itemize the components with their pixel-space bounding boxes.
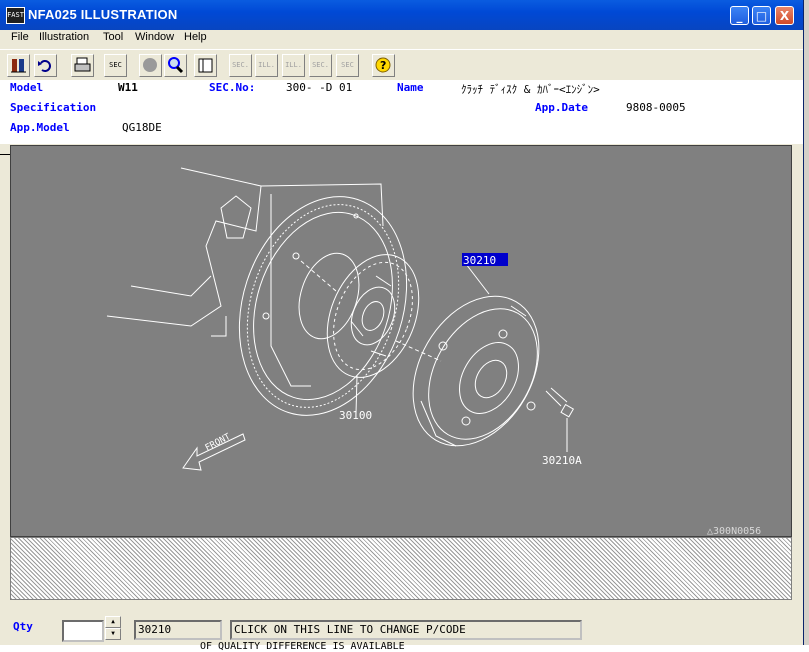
sec-icon: SEC bbox=[109, 61, 122, 69]
qty-input[interactable] bbox=[62, 620, 104, 642]
circle-button[interactable] bbox=[139, 54, 162, 77]
model-value: W11 bbox=[118, 81, 138, 94]
parts-list-button[interactable] bbox=[7, 54, 30, 77]
parts-list-icon bbox=[11, 59, 26, 73]
illustration-canvas[interactable]: 30210 30100 30210A FRONT △300N0056 bbox=[10, 145, 792, 537]
specification-label: Specification bbox=[10, 101, 97, 114]
qty-label: Qty bbox=[13, 620, 33, 633]
sec-query-icon: SEC bbox=[341, 61, 354, 69]
help-glyph: ? bbox=[380, 59, 386, 72]
sec-no-value: 300- -D 01 bbox=[286, 81, 353, 94]
close-button[interactable]: X bbox=[775, 6, 794, 25]
model-label: Model bbox=[10, 81, 44, 94]
minimize-button[interactable]: _ bbox=[730, 6, 749, 25]
flywheel-ring-gear bbox=[238, 196, 408, 416]
prev-ill-button[interactable]: ILL. bbox=[255, 54, 278, 77]
status-bar: Qty ▲ ▼ 30210 CLICK ON THIS LINE TO CHAN… bbox=[0, 605, 803, 645]
illustration-window: FAST NFA025 ILLUSTRATION _ □ X File Illu… bbox=[0, 0, 804, 645]
circle-icon bbox=[143, 58, 157, 72]
clutch-cover bbox=[412, 295, 540, 447]
app-model-label: App.Model bbox=[10, 121, 70, 134]
menu-tool[interactable]: Tool bbox=[103, 31, 123, 43]
parts-list-area[interactable] bbox=[10, 537, 792, 600]
part-info-panel: Model W11 SEC.No: 300- -D 01 Name ｸﾗｯﾁ ﾃ… bbox=[0, 80, 803, 144]
next-ill-icon: ILL. bbox=[285, 61, 302, 69]
zoom-icon bbox=[168, 57, 184, 74]
qty-up-icon[interactable]: ▲ bbox=[105, 616, 121, 628]
illustration-ref-code: △300N0056 bbox=[707, 526, 761, 536]
undo-icon bbox=[38, 60, 51, 72]
name-label: Name bbox=[397, 81, 424, 94]
window-title: NFA025 ILLUSTRATION bbox=[28, 7, 178, 22]
next-sec-button[interactable]: SEC. bbox=[309, 54, 332, 77]
toolbar: SEC SEC. ILL. ILL. SEC. SEC ? bbox=[0, 49, 803, 81]
background-window-text: OF QUALITY DIFFERENCE IS AVAILABLE bbox=[200, 641, 405, 652]
next-ill-button[interactable]: ILL. bbox=[282, 54, 305, 77]
qty-down-icon[interactable]: ▼ bbox=[105, 628, 121, 640]
book-button[interactable] bbox=[194, 54, 217, 77]
prev-sec-icon: SEC. bbox=[232, 61, 249, 69]
print-icon bbox=[74, 57, 91, 72]
help-icon: ? bbox=[375, 57, 391, 73]
menu-file[interactable]: File bbox=[11, 31, 29, 43]
maximize-button[interactable]: □ bbox=[752, 6, 771, 25]
cover-bolt bbox=[545, 387, 575, 418]
clutch-disc bbox=[326, 254, 420, 378]
callout-30100[interactable]: 30100 bbox=[339, 409, 372, 422]
app-model-value: QG18DE bbox=[122, 121, 162, 134]
part-code-field[interactable]: 30210 bbox=[134, 620, 222, 640]
sec-query-button[interactable]: SEC bbox=[336, 54, 359, 77]
callout-30210A[interactable]: 30210A bbox=[542, 454, 582, 467]
qty-spinner[interactable]: ▲ ▼ bbox=[105, 616, 121, 640]
engine-block-outline bbox=[106, 167, 384, 387]
print-button[interactable] bbox=[71, 54, 94, 77]
callout-30210[interactable]: 30210 bbox=[463, 254, 496, 267]
menu-illustration[interactable]: Illustration bbox=[39, 31, 89, 43]
sec-no-label: SEC.No: bbox=[209, 81, 256, 94]
change-pcode-line[interactable]: CLICK ON THIS LINE TO CHANGE P/CODE bbox=[230, 620, 582, 640]
app-date-value: 9808-0005 bbox=[626, 101, 686, 114]
help-button[interactable]: ? bbox=[372, 54, 395, 77]
app-icon: FAST bbox=[6, 7, 25, 24]
prev-ill-icon: ILL. bbox=[258, 61, 275, 69]
sec-button[interactable]: SEC bbox=[104, 54, 127, 77]
book-icon bbox=[198, 58, 213, 73]
title-bar[interactable]: FAST NFA025 ILLUSTRATION _ □ X bbox=[0, 0, 803, 30]
menu-help[interactable]: Help bbox=[184, 31, 207, 43]
undo-button[interactable] bbox=[34, 54, 57, 77]
menu-bar: File Illustration Tool Window Help bbox=[0, 30, 803, 47]
prev-sec-button[interactable]: SEC. bbox=[229, 54, 252, 77]
background-divider bbox=[0, 154, 10, 155]
next-sec-icon: SEC. bbox=[312, 61, 329, 69]
zoom-button[interactable] bbox=[164, 54, 187, 77]
name-value: ｸﾗｯﾁ ﾃﾞｨｽｸ & ｶﾊﾞｰ<ｴﾝｼﾞﾝ> bbox=[461, 83, 600, 96]
clutch-exploded-diagram: 30210 30100 30210A FRONT △300N0056 bbox=[106, 167, 761, 537]
menu-window[interactable]: Window bbox=[135, 31, 174, 43]
app-date-label: App.Date bbox=[535, 101, 588, 114]
front-label: FRONT bbox=[204, 432, 233, 454]
